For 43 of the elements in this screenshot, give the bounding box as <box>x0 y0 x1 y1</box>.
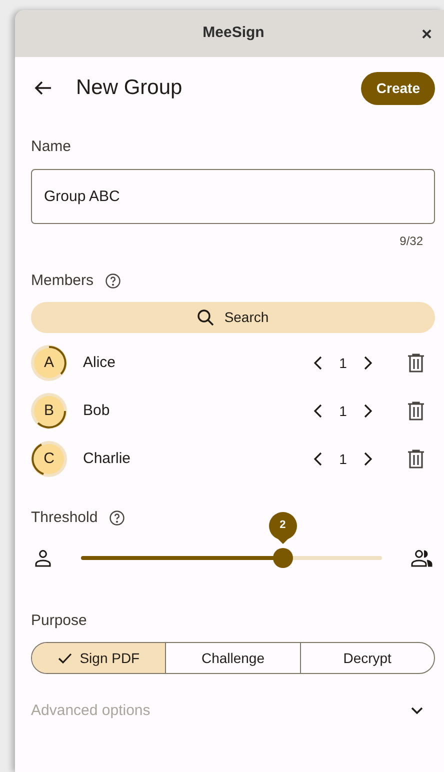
member-name: Alice <box>83 352 116 373</box>
share-count: 1 <box>338 354 348 372</box>
help-icon[interactable] <box>108 509 126 528</box>
chevron-right-icon[interactable] <box>363 452 373 466</box>
window-title: MeeSign <box>202 23 264 44</box>
chevron-left-icon[interactable] <box>313 356 323 370</box>
avatar-initial: B <box>44 400 54 421</box>
chevron-right-icon[interactable] <box>363 356 373 370</box>
delete-icon[interactable] <box>407 449 425 469</box>
purpose-option[interactable]: Challenge <box>165 643 300 673</box>
avatar-initial: A <box>44 352 54 373</box>
back-arrow-icon[interactable] <box>34 80 52 96</box>
check-icon <box>58 652 72 664</box>
purpose-option[interactable]: Decrypt <box>300 643 434 673</box>
member-name: Charlie <box>83 448 131 469</box>
search-icon <box>197 309 214 326</box>
slider-value: 2 <box>280 518 286 534</box>
page-title: New Group <box>76 75 182 102</box>
purpose-option[interactable]: Sign PDF <box>32 643 166 673</box>
chevron-right-icon[interactable] <box>363 404 373 418</box>
slider-thumb[interactable] <box>272 548 293 568</box>
search-button[interactable]: Search <box>31 302 435 333</box>
character-counter: 9/32 <box>400 232 424 250</box>
person-icon <box>34 548 52 566</box>
share-count: 1 <box>338 402 348 420</box>
members-label: Members <box>31 270 94 290</box>
member-name: Bob <box>83 400 110 421</box>
people-icon <box>411 548 433 566</box>
share-count: 1 <box>338 450 348 468</box>
progress-arc-icon <box>32 444 44 475</box>
name-label: Name <box>31 137 72 157</box>
threshold-label: Threshold <box>31 508 98 528</box>
close-button[interactable]: × <box>421 24 432 42</box>
avatar-initial: C <box>44 448 54 469</box>
chevron-left-icon[interactable] <box>313 452 323 466</box>
help-icon[interactable] <box>104 272 122 290</box>
chevron-left-icon[interactable] <box>313 404 323 418</box>
name-input-field[interactable]: Group ABC <box>31 168 435 224</box>
purpose-label: Purpose <box>31 610 88 630</box>
chevron-down-icon <box>411 707 423 715</box>
delete-icon[interactable] <box>407 353 425 373</box>
delete-icon[interactable] <box>407 401 425 421</box>
create-button[interactable]: Create <box>361 72 435 104</box>
